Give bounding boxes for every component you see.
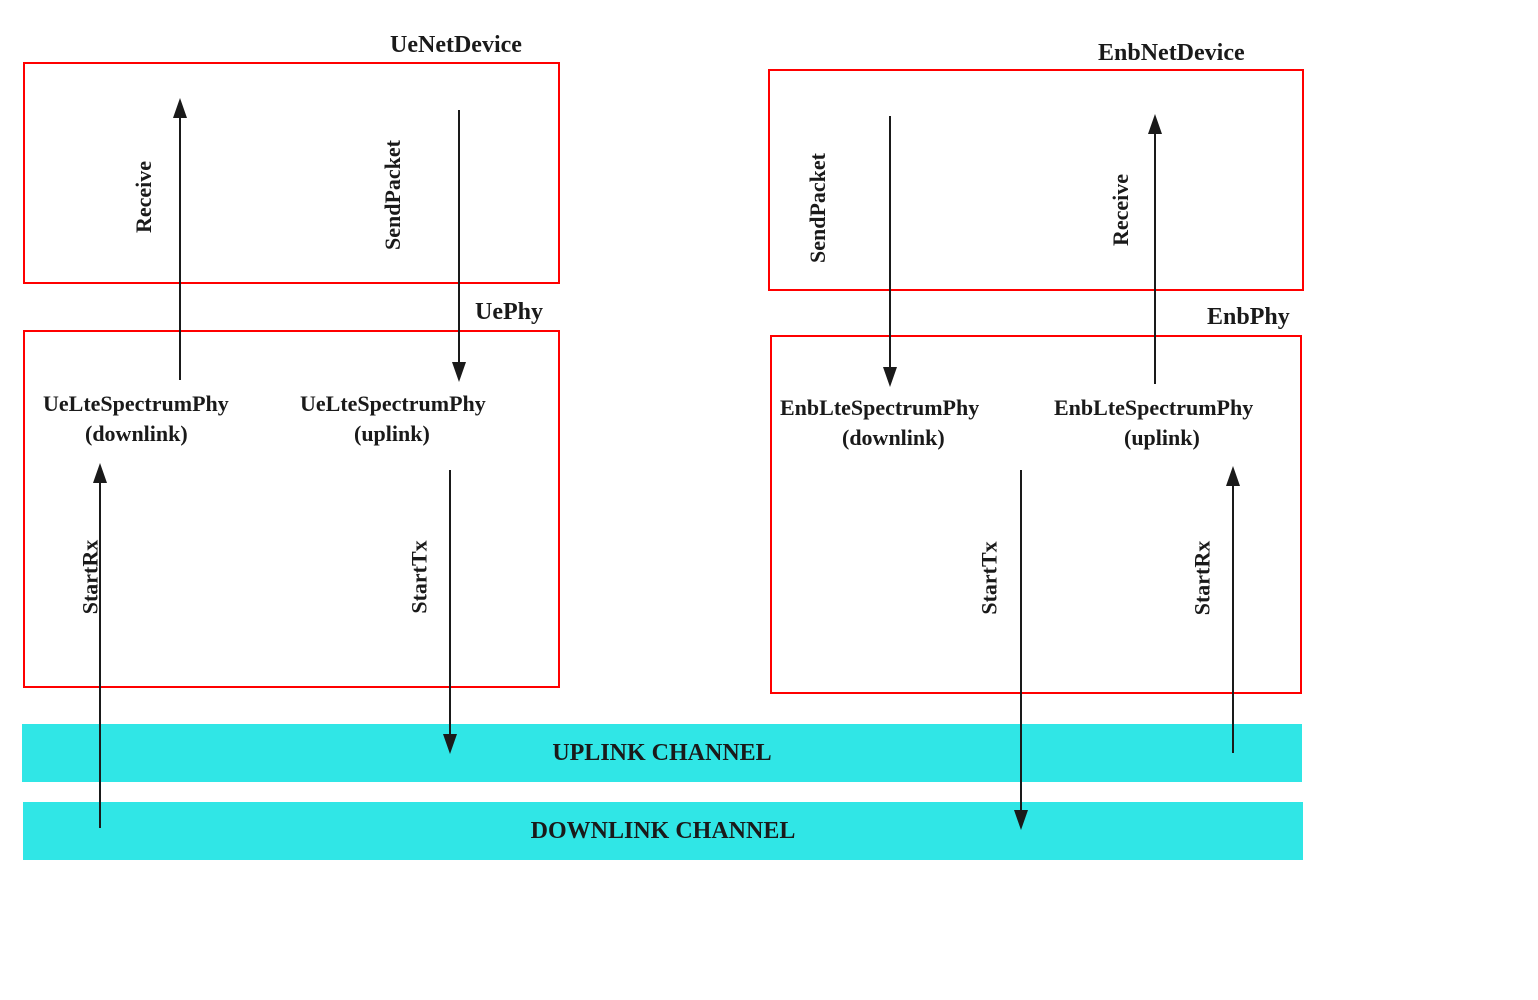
enb-phy-box [770, 335, 1302, 694]
enb-downlink-label1: EnbLteSpectrumPhy [780, 395, 979, 421]
ue-sendpacket-label: SendPacket [380, 140, 406, 250]
enb-phy-title: EnbPhy [1207, 304, 1290, 331]
enb-uplink-label1: EnbLteSpectrumPhy [1054, 395, 1253, 421]
enb-netdevice-box [768, 69, 1304, 291]
ue-netdevice-title: UeNetDevice [390, 32, 522, 59]
ue-starttx-label: StartTx [407, 540, 433, 613]
ue-downlink-label1: UeLteSpectrumPhy [43, 391, 229, 417]
ue-phy-box [23, 330, 560, 688]
uplink-channel: UPLINK CHANNEL [22, 724, 1302, 782]
ue-phy-title: UePhy [475, 299, 543, 326]
enb-netdevice-title: EnbNetDevice [1098, 40, 1245, 67]
ue-uplink-label2: (uplink) [354, 421, 430, 447]
enb-uplink-label2: (uplink) [1124, 425, 1200, 451]
ue-uplink-label1: UeLteSpectrumPhy [300, 391, 486, 417]
enb-receive-label: Receive [1108, 174, 1134, 246]
enb-starttx-label: StartTx [977, 541, 1003, 614]
ue-netdevice-box [23, 62, 560, 284]
downlink-channel: DOWNLINK CHANNEL [23, 802, 1303, 860]
enb-startrx-label: StartRx [1189, 541, 1215, 616]
ue-startrx-label: StartRx [77, 540, 103, 615]
enb-sendpacket-label: SendPacket [805, 153, 831, 263]
enb-downlink-label2: (downlink) [842, 425, 945, 451]
ue-downlink-label2: (downlink) [85, 421, 188, 447]
ue-receive-label: Receive [131, 161, 157, 233]
